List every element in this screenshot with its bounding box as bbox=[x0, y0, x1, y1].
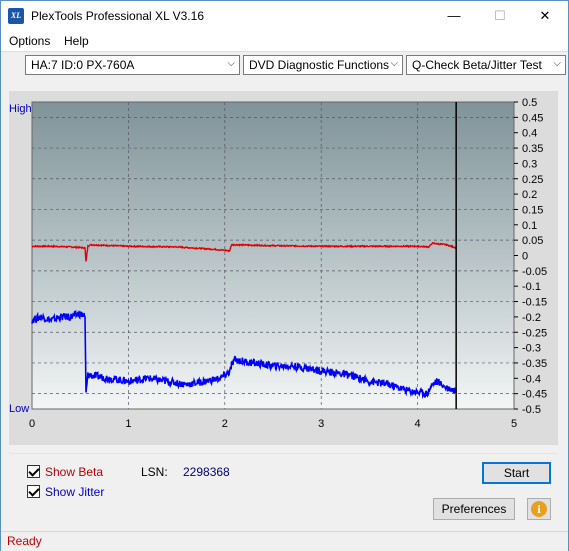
app-window: XL PlexTools Professional XL V3.16 — ☐ ✕… bbox=[0, 0, 569, 551]
y-tick-label: 0.1 bbox=[522, 220, 537, 232]
y-tick-label: -0.2 bbox=[522, 312, 541, 324]
chevron-down-icon: ⌵ bbox=[553, 58, 561, 69]
toolbar-divider bbox=[1, 51, 568, 52]
title-bar[interactable]: XL PlexTools Professional XL V3.16 — ☐ ✕ bbox=[1, 1, 568, 31]
y-tick-label: 0.3 bbox=[522, 158, 537, 170]
test-select-value: Q-Check Beta/Jitter Test bbox=[412, 58, 542, 72]
info-icon: i bbox=[531, 501, 547, 517]
y-tick-label: 0.5 bbox=[522, 97, 537, 109]
maximize-button[interactable]: ☐ bbox=[477, 1, 523, 31]
close-button[interactable]: ✕ bbox=[522, 1, 568, 31]
drive-select[interactable]: HA:7 ID:0 PX-760A ⌵ bbox=[25, 55, 240, 75]
y-tick-label: -0.1 bbox=[522, 281, 541, 293]
y-tick-label: -0.4 bbox=[522, 373, 541, 385]
y-tick-label: -0.35 bbox=[522, 358, 547, 370]
y-tick-label: 0.25 bbox=[522, 174, 543, 186]
info-button[interactable]: i bbox=[527, 498, 551, 520]
show-jitter-label[interactable]: Show Jitter bbox=[45, 485, 104, 499]
y-tick-label: -0.05 bbox=[522, 266, 547, 278]
function-select[interactable]: DVD Diagnostic Functions ⌵ bbox=[243, 55, 403, 75]
y-low-label: Low bbox=[9, 403, 29, 415]
drive-select-value: HA:7 ID:0 PX-760A bbox=[31, 58, 135, 72]
minimize-button[interactable]: — bbox=[431, 1, 477, 31]
status-bar: Ready bbox=[1, 531, 568, 551]
show-jitter-checkbox[interactable] bbox=[27, 485, 40, 498]
x-tick-label: 1 bbox=[125, 418, 131, 430]
y-tick-label: 0.05 bbox=[522, 235, 543, 247]
chevron-down-icon: ⌵ bbox=[227, 58, 235, 69]
chevron-down-icon: ⌵ bbox=[390, 58, 398, 69]
lsn-value: 2298368 bbox=[183, 465, 230, 479]
y-tick-label: -0.15 bbox=[522, 297, 547, 309]
menu-help[interactable]: Help bbox=[64, 34, 89, 48]
show-beta-label[interactable]: Show Beta bbox=[45, 465, 103, 479]
y-tick-label: -0.45 bbox=[522, 389, 547, 401]
menu-bar: Options Help bbox=[1, 31, 568, 51]
x-tick-label: 4 bbox=[415, 418, 421, 430]
test-select[interactable]: Q-Check Beta/Jitter Test ⌵ bbox=[406, 55, 566, 75]
controls-panel: Show Beta Show Jitter LSN: 2298368 Start… bbox=[9, 453, 558, 526]
y-tick-label: 0.35 bbox=[522, 143, 543, 155]
lsn-label: LSN: bbox=[141, 465, 168, 479]
app-logo-icon: XL bbox=[8, 8, 24, 24]
y-tick-label: 0.2 bbox=[522, 189, 537, 201]
x-tick-label: 0 bbox=[29, 418, 35, 430]
function-select-value: DVD Diagnostic Functions bbox=[249, 58, 390, 72]
status-text: Ready bbox=[7, 534, 42, 548]
beta-jitter-chart: 0.5 0.45 0.4 0.35 0.3 0.25 0.2 0.15 0.1 0.05 0 -0.0… bbox=[9, 97, 547, 430]
y-tick-label: 0 bbox=[522, 251, 528, 263]
y-tick-label: 0.15 bbox=[522, 204, 543, 216]
preferences-button[interactable]: Preferences bbox=[433, 498, 515, 520]
menu-options[interactable]: Options bbox=[9, 34, 50, 48]
x-tick-label: 5 bbox=[511, 418, 517, 430]
show-beta-checkbox[interactable] bbox=[27, 465, 40, 478]
chart-panel: 0.5 0.45 0.4 0.35 0.3 0.25 0.2 0.15 0.1 0.05 0 -0.0… bbox=[9, 91, 558, 445]
y-tick-label: -0.3 bbox=[522, 343, 541, 355]
y-tick-label: -0.25 bbox=[522, 327, 547, 339]
y-tick-label: 0.4 bbox=[522, 128, 537, 140]
x-tick-label: 3 bbox=[318, 418, 324, 430]
window-title: PlexTools Professional XL V3.16 bbox=[31, 9, 204, 23]
start-button[interactable]: Start bbox=[482, 462, 551, 484]
y-high-label: High bbox=[9, 103, 32, 115]
x-tick-label: 2 bbox=[222, 418, 228, 430]
y-tick-label: -0.5 bbox=[522, 404, 541, 416]
y-tick-label: 0.45 bbox=[522, 112, 543, 124]
